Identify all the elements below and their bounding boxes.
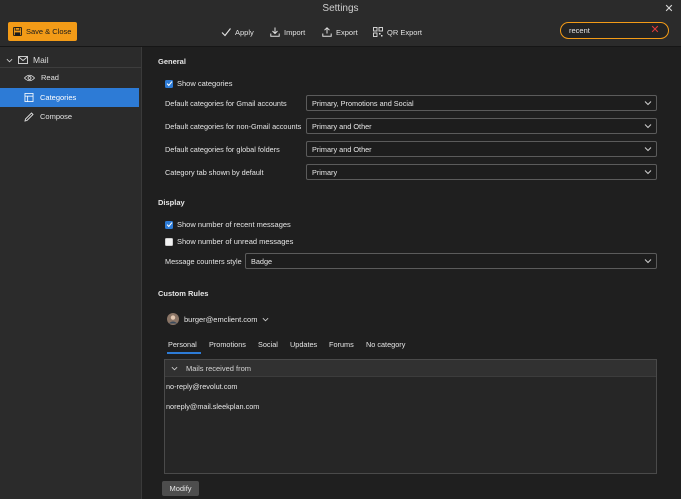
chevron-down-icon xyxy=(644,147,652,152)
gmail-categories-select[interactable]: Primary, Promotions and Social xyxy=(306,95,657,111)
export-icon xyxy=(322,27,332,37)
eye-icon xyxy=(24,74,35,81)
save-and-close-label: Save & Close xyxy=(26,27,72,36)
select-value: Primary and Other xyxy=(312,121,372,131)
tab-promotions[interactable]: Promotions xyxy=(209,340,246,349)
pencil-icon xyxy=(24,111,34,122)
rules-group-label: Mails received from xyxy=(186,363,252,373)
qr-code-icon xyxy=(373,27,383,37)
non-gmail-categories-label: Default categories for non-Gmail account… xyxy=(165,122,302,131)
counters-style-select[interactable]: Badge xyxy=(245,253,657,269)
sidebar-item-compose[interactable]: Compose xyxy=(0,107,139,126)
avatar xyxy=(167,313,179,325)
show-unread-label: Show number of unread messages xyxy=(177,237,294,246)
active-tab-indicator xyxy=(167,352,201,354)
global-folders-categories-select[interactable]: Primary and Other xyxy=(306,141,657,157)
account-email: burger@emclient.com xyxy=(184,314,258,324)
tab-updates[interactable]: Updates xyxy=(290,340,317,349)
tab-personal[interactable]: Personal xyxy=(168,340,197,349)
import-label: Import xyxy=(284,27,306,37)
select-value: Badge xyxy=(251,256,273,266)
checkbox-checked-icon xyxy=(165,79,173,88)
save-and-close-button[interactable]: Save & Close xyxy=(8,22,77,41)
scrollbar[interactable] xyxy=(674,47,679,499)
modify-button[interactable]: Modify xyxy=(162,481,199,496)
search-input[interactable] xyxy=(569,25,639,36)
apply-label: Apply xyxy=(235,27,254,37)
checkmark-icon xyxy=(221,28,231,37)
sidebar-item-label: Read xyxy=(41,73,59,82)
show-categories-label: Show categories xyxy=(177,79,233,88)
close-window-button[interactable]: ✕ xyxy=(662,2,676,16)
save-icon xyxy=(13,27,22,36)
tab-social[interactable]: Social xyxy=(258,340,278,349)
chevron-down-icon xyxy=(171,366,178,370)
sidebar-item-read[interactable]: Read xyxy=(0,68,139,87)
qr-export-label: QR Export xyxy=(387,27,423,37)
select-value: Primary xyxy=(312,167,338,177)
rules-group-header[interactable]: Mails received from xyxy=(165,360,656,377)
tab-forums[interactable]: Forums xyxy=(329,340,354,349)
counters-style-label: Message counters style xyxy=(165,257,242,266)
global-folders-categories-label: Default categories for global folders xyxy=(165,145,280,154)
chevron-down-icon xyxy=(644,259,652,264)
sidebar-group-label: Mail xyxy=(33,55,49,65)
chevron-down-icon xyxy=(6,58,13,62)
sidebar-group-mail[interactable]: Mail xyxy=(0,52,141,68)
general-section-title: General xyxy=(158,57,186,66)
select-value: Primary and Other xyxy=(312,144,372,154)
account-selector[interactable]: burger@emclient.com xyxy=(167,313,269,325)
list-item[interactable]: no-reply@revolut.com xyxy=(166,382,237,391)
show-recent-checkbox[interactable]: Show number of recent messages xyxy=(165,220,291,229)
window-title: Settings xyxy=(322,3,359,14)
chevron-down-icon xyxy=(644,170,652,175)
show-recent-label: Show number of recent messages xyxy=(177,220,291,229)
chevron-down-icon xyxy=(644,124,652,129)
display-section-title: Display xyxy=(158,198,185,207)
show-unread-checkbox[interactable]: Show number of unread messages xyxy=(165,237,293,246)
export-label: Export xyxy=(336,27,358,37)
select-value: Primary, Promotions and Social xyxy=(312,98,414,108)
chevron-down-icon xyxy=(644,101,652,106)
list-item[interactable]: noreply@mail.sleekplan.com xyxy=(166,402,259,411)
qr-export-button[interactable]: QR Export xyxy=(373,25,422,39)
default-tab-label: Category tab shown by default xyxy=(165,168,264,177)
search-box: ✕ xyxy=(560,22,669,39)
envelope-icon xyxy=(18,56,28,64)
checkbox-unchecked-icon xyxy=(165,237,173,246)
import-button[interactable]: Import xyxy=(270,25,305,39)
export-button[interactable]: Export xyxy=(322,25,358,39)
apply-button[interactable]: Apply xyxy=(221,25,254,39)
custom-rules-section-title: Custom Rules xyxy=(158,289,209,298)
import-icon xyxy=(270,27,280,37)
show-categories-checkbox[interactable]: Show categories xyxy=(165,79,232,88)
clear-search-icon[interactable]: ✕ xyxy=(649,23,661,38)
categories-icon xyxy=(24,93,34,102)
sidebar-item-categories[interactable]: Categories xyxy=(0,88,139,107)
tab-no-category[interactable]: No category xyxy=(366,340,405,349)
sidebar-item-label: Compose xyxy=(40,112,73,121)
checkbox-checked-icon xyxy=(165,220,173,229)
non-gmail-categories-select[interactable]: Primary and Other xyxy=(306,118,657,134)
gmail-categories-label: Default categories for Gmail accounts xyxy=(165,99,287,108)
default-tab-select[interactable]: Primary xyxy=(306,164,657,180)
chevron-down-icon xyxy=(263,317,269,321)
sidebar-item-label: Categories xyxy=(40,93,77,102)
